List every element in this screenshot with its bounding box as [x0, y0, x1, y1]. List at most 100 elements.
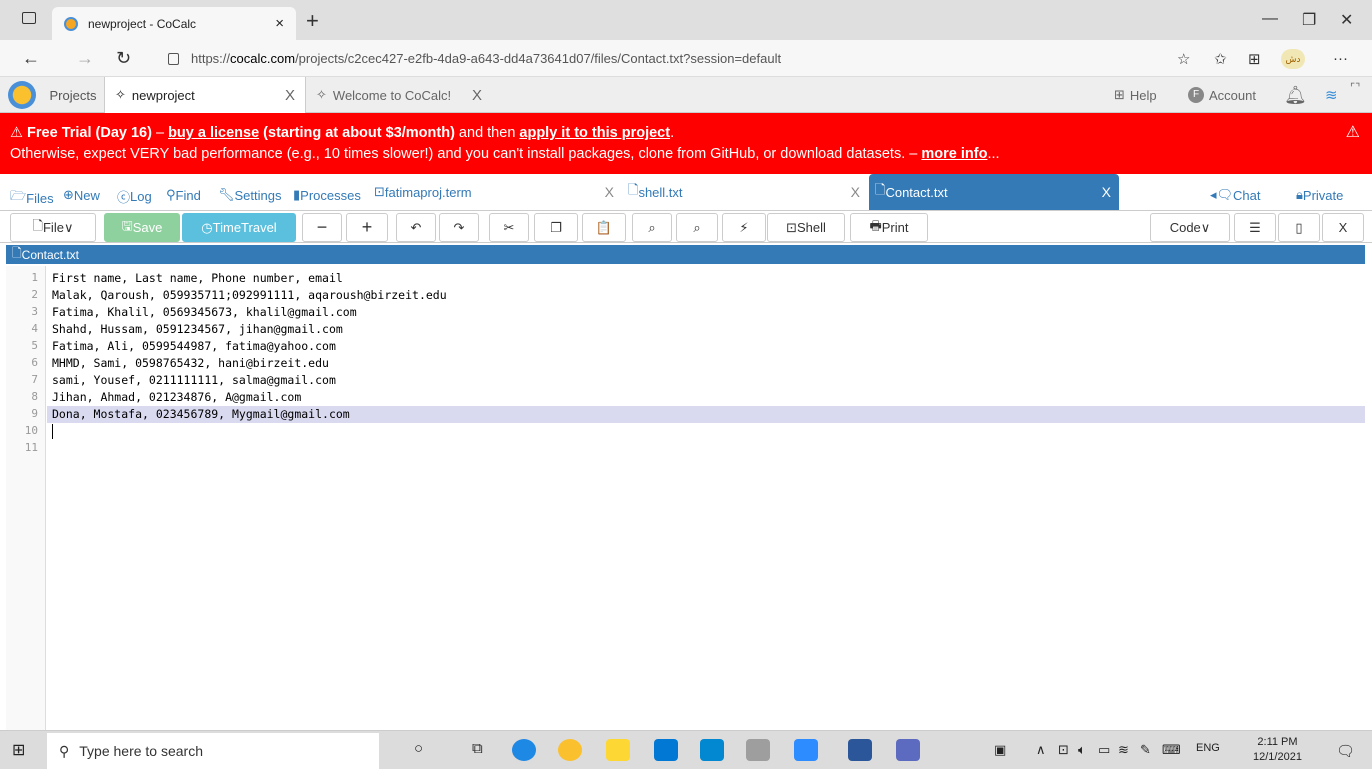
file-explorer-icon[interactable] [606, 739, 630, 761]
code-mode-button[interactable]: Code ∨ [1150, 213, 1230, 242]
projects-tab[interactable]: Projects [42, 77, 104, 113]
code-line[interactable]: sami, Yousef, 0211111111, salma@gmail.co… [52, 372, 336, 388]
notifications-bell-icon[interactable]: 🔔︎ [1284, 77, 1307, 113]
refresh-icon[interactable]: ↻ [116, 48, 131, 69]
edge-browser-icon[interactable] [512, 739, 536, 761]
apply-license-link[interactable]: apply it to this project [519, 125, 670, 141]
tray-app-icon[interactable]: ▣ [994, 742, 1006, 758]
files-tab[interactable]: 🗁 Files [10, 187, 54, 209]
pen-icon[interactable]: ✎ [1140, 742, 1151, 758]
help-link[interactable]: ⊞ Help [1114, 77, 1157, 113]
line-number: 8 [31, 390, 38, 403]
forward-icon[interactable]: → [76, 48, 94, 69]
favorite-star-icon[interactable]: ☆ [1177, 50, 1190, 68]
store-icon[interactable] [654, 739, 678, 761]
code-line[interactable]: Malak, Qaroush, 059935711;092991111, aqa… [52, 287, 447, 303]
code-line[interactable]: First name, Last name, Phone number, ema… [52, 270, 343, 286]
file-tab-fatimaproj-term[interactable]: ⊡ fatimaproj.term X [368, 174, 622, 210]
copy-button[interactable]: ❐ [534, 213, 578, 242]
minimize-icon[interactable]: — [1262, 10, 1278, 28]
back-icon[interactable]: ← [22, 48, 40, 69]
find-tab[interactable]: ⚲ Find [166, 187, 201, 203]
cut-button[interactable]: ✂ [489, 213, 529, 242]
file-tab-shell-txt[interactable]: 🗋 shell.txt X [622, 174, 868, 210]
settings-tab[interactable]: 🔧︎ Settings [218, 187, 282, 203]
split-horizontal-button[interactable]: ☰ [1234, 213, 1276, 242]
battery-icon[interactable]: ▭ [1098, 742, 1110, 758]
project-tab-newproject[interactable]: ✧ newproject X [104, 77, 306, 113]
wifi-icon[interactable]: ≋ [1118, 742, 1129, 758]
project-tab-welcome[interactable]: ✧ Welcome to CoCalc! X [306, 77, 492, 113]
taskbar-search-input[interactable]: ⚲ Type here to search [47, 733, 379, 769]
code-line[interactable]: Jihan, Ahmad, 021234876, A@gmail.com [52, 389, 301, 405]
favorites-icon[interactable]: ✩ [1214, 50, 1227, 68]
code-line[interactable]: MHMD, Sami, 0598765432, hani@birzeit.edu [52, 355, 329, 371]
split-vertical-button[interactable]: ▯ [1278, 213, 1320, 242]
notes-app-icon[interactable] [896, 739, 920, 761]
print-button[interactable]: 🖶 Print [850, 213, 928, 242]
system-clock[interactable]: 2:11 PM 12/1/2021 [1253, 735, 1302, 765]
cortana-icon[interactable]: ○ [414, 740, 423, 757]
cocalc-logo[interactable] [8, 81, 36, 109]
private-toggle[interactable]: 🔒︎ Private [1296, 187, 1343, 203]
file-tab-contact-txt[interactable]: 🗋 Contact.txt X [869, 174, 1119, 210]
close-frame-button[interactable]: X [1322, 213, 1364, 242]
snipping-tool-icon[interactable] [746, 739, 770, 761]
undo-button[interactable]: ↶ [396, 213, 436, 242]
account-link[interactable]: F Account [1188, 77, 1256, 113]
find-button[interactable]: ⌕ [632, 213, 672, 242]
word-app-icon[interactable] [848, 739, 872, 761]
code-editor[interactable]: 1 2 3 4 5 6 7 8 9 10 11 First name, Last name, Pho… [6, 266, 1365, 730]
more-info-link[interactable]: more info [921, 146, 987, 162]
tab-actions-icon[interactable] [22, 12, 36, 24]
replace-button[interactable]: ⌕ [676, 213, 718, 242]
buy-license-link[interactable]: buy a license [168, 125, 259, 141]
close-project-tab[interactable]: X [285, 87, 295, 104]
zoom-out-button[interactable]: − [302, 213, 342, 242]
format-button[interactable]: ⚡ [722, 213, 766, 242]
close-tab-button[interactable]: × [275, 15, 284, 32]
chat-toggle[interactable]: ◂ 🗨 Chat [1210, 187, 1261, 203]
code-line[interactable]: Dona, Mostafa, 023456789, Mygmail@gmail.… [52, 406, 350, 422]
url-bar[interactable]: https://cocalc.com/projects/c2cec427-e2f… [150, 45, 1150, 72]
profile-avatar[interactable]: دش [1281, 49, 1305, 69]
windows-start-icon[interactable]: ⊞ [12, 740, 25, 760]
notification-center-icon[interactable]: 🗨 [1336, 742, 1355, 760]
chrome-browser-icon[interactable] [558, 739, 582, 761]
close-file-tab[interactable]: X [605, 184, 614, 200]
save-label: Save [132, 220, 163, 235]
shell-button[interactable]: ⊡ Shell [767, 213, 845, 242]
zoom-in-button[interactable]: + [346, 213, 388, 242]
new-tab[interactable]: ⊕ New [63, 187, 100, 203]
log-tab[interactable]: ⓒ Log [117, 187, 152, 206]
chevron-up-icon[interactable]: ∧ [1036, 742, 1046, 758]
close-file-tab[interactable]: X [1102, 184, 1111, 200]
zoom-app-icon[interactable] [794, 739, 818, 761]
processes-tab[interactable]: ▮ Processes [293, 187, 361, 203]
paste-button[interactable]: 📋 [582, 213, 626, 242]
file-menu-button[interactable]: 🗋 File ∨ [10, 213, 96, 242]
redo-button[interactable]: ↷ [439, 213, 479, 242]
code-line[interactable]: Shahd, Hussam, 0591234567, jihan@gmail.c… [52, 321, 343, 337]
fullscreen-icon[interactable]: ⌜⌝ [1350, 69, 1360, 105]
new-tab-button[interactable]: + [306, 8, 319, 34]
close-window-icon[interactable]: ✕ [1340, 10, 1353, 30]
restore-icon[interactable]: ❐ [1302, 10, 1316, 30]
network-icon[interactable]: ⊡ [1058, 742, 1069, 758]
code-line[interactable]: Fatima, Ali, 0599544987, fatima@yahoo.co… [52, 338, 336, 354]
connection-wifi-icon[interactable]: ≋ [1325, 77, 1338, 113]
close-project-tab[interactable]: X [472, 87, 482, 104]
save-button[interactable]: 🖫 Save [104, 213, 180, 242]
task-view-icon[interactable]: ⧉ [472, 740, 483, 757]
timetravel-button[interactable]: ◷ TimeTravel [182, 213, 296, 242]
collections-icon[interactable]: ⊞ [1248, 50, 1261, 68]
browser-tab[interactable]: newproject - CoCalc × [52, 7, 296, 40]
volume-icon[interactable]: 🔈︎ [1078, 742, 1086, 758]
code-line[interactable]: Fatima, Khalil, 0569345673, khalil@gmail… [52, 304, 357, 320]
browser-menu-icon[interactable]: ··· [1333, 50, 1348, 67]
project-icon: ✧ [316, 87, 327, 102]
keyboard-icon[interactable]: ⌨ [1162, 742, 1181, 758]
mail-icon[interactable] [700, 739, 724, 761]
close-file-tab[interactable]: X [851, 184, 860, 200]
language-indicator[interactable]: ENG [1196, 742, 1220, 754]
